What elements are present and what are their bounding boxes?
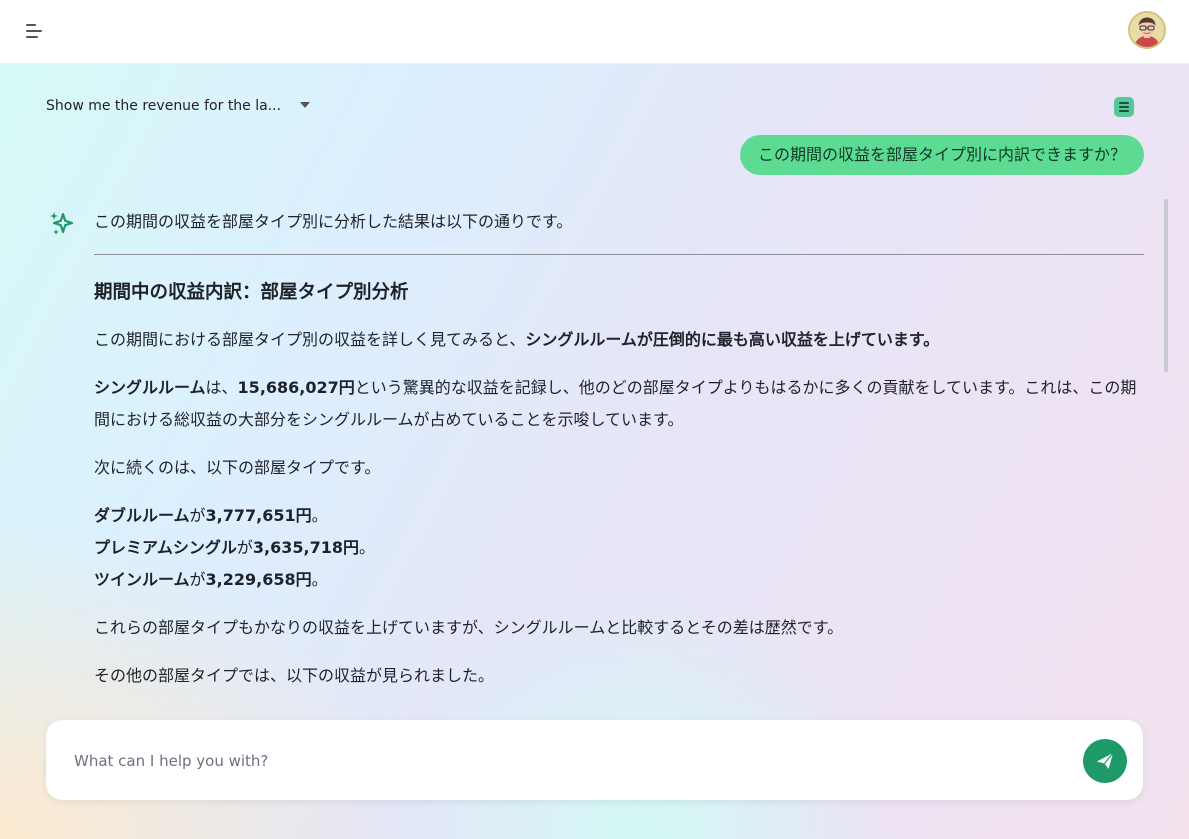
list-item-amount: 3,777,651円 [205, 506, 312, 525]
send-button[interactable] [1083, 739, 1127, 783]
answer-heading: 期間中の収益内訳：部屋タイプ別分析 [94, 282, 409, 303]
chat-scrollbar[interactable] [1164, 199, 1168, 372]
paragraph-next: 次に続くのは、以下の部屋タイプです。 [94, 458, 381, 477]
composer [46, 720, 1143, 800]
single-room-joiner: は、 [205, 378, 238, 397]
list-item-name: ダブルルーム [94, 506, 190, 525]
list-item-end: 。 [311, 570, 328, 589]
single-room-label: シングルルーム [94, 378, 206, 397]
paragraph-single-room: シングルルームは、15,686,027円という驚異的な収益を記録し、他のどの部屋… [94, 372, 1144, 436]
assistant-message: この期間の収益を部屋タイプ別に分析した結果は以下の通りです。 期間中の収益内訳：… [94, 207, 1144, 712]
avatar-face-icon [1130, 13, 1164, 47]
list-item: ツインルームが3,229,658円。 [94, 564, 1144, 596]
list-item-joiner: が [236, 538, 253, 557]
top-bar [0, 0, 1189, 64]
caret-down-icon [299, 102, 310, 108]
user-message-bubble: この期間の収益を部屋タイプ別に内訳できますか？ [739, 135, 1144, 175]
conversation-selector[interactable]: Show me the revenue for the la... [46, 98, 310, 118]
menu-icon[interactable] [22, 20, 46, 42]
list-item-end: 。 [359, 538, 376, 557]
list-item-joiner: が [189, 506, 206, 525]
list-item-name: ツインルーム [94, 570, 190, 589]
summary-highlight: シングルルームが圧倒的に最も高い収益を上げています。 [525, 330, 940, 349]
room-revenue-list: ダブルルームが3,777,651円。 プレミアムシングルが3,635,718円。… [94, 500, 1144, 596]
list-item-amount: 3,229,658円 [205, 570, 312, 589]
summary-text: この期間における部屋タイプ別の収益を詳しく見てみると、 [94, 330, 526, 349]
paragraph-comparison: これらの部屋タイプもかなりの収益を上げていますが、シングルルームと比較するとその… [94, 618, 844, 637]
list-item-end: 。 [311, 506, 328, 525]
send-icon [1097, 752, 1114, 769]
list-item: プレミアムシングルが3,635,718円。 [94, 532, 1144, 564]
list-item: ダブルルームが3,777,651円。 [94, 500, 1144, 532]
chat-input[interactable] [72, 744, 1056, 778]
sparkle-icon [50, 212, 74, 235]
conversation-title: Show me the revenue for the la... [46, 98, 282, 114]
list-item-joiner: が [189, 570, 206, 589]
assistant-intro: この期間の収益を部屋タイプ別に分析した結果は以下の通りです。 [94, 212, 573, 231]
paragraph-summary: この期間における部屋タイプ別の収益を詳しく見てみると、シングルルームが圧倒的に最… [94, 324, 1144, 356]
list-item-name: プレミアムシングル [94, 538, 237, 557]
single-room-amount: 15,686,027円 [237, 378, 355, 397]
paragraph-others: その他の部屋タイプでは、以下の収益が見られました。 [94, 666, 495, 685]
document-icon[interactable] [1114, 97, 1134, 117]
user-avatar[interactable] [1128, 11, 1166, 49]
list-item-amount: 3,635,718円 [252, 538, 359, 557]
divider [94, 254, 1144, 255]
